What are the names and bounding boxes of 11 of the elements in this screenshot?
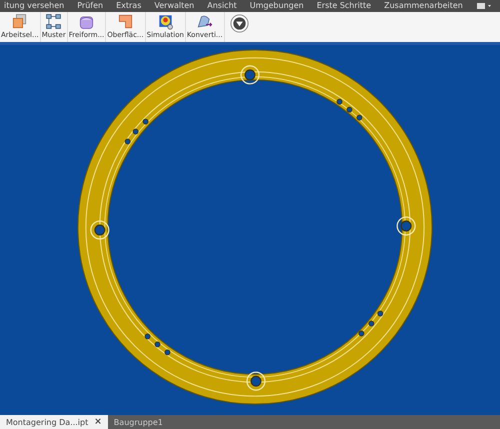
menu-item[interactable]: Umgebungen [250, 0, 304, 12]
menu-item[interactable]: Prüfen [77, 0, 104, 12]
menu-item[interactable]: itung versehen [4, 0, 64, 12]
document-tab[interactable]: Baugruppe1 [108, 415, 169, 429]
document-tab[interactable]: Montagering Da...ipt × [0, 415, 108, 429]
menu-item[interactable]: Extras [116, 0, 142, 12]
menu-item[interactable]: Zusammenarbeiten [384, 0, 463, 12]
menu-item[interactable]: Verwalten [154, 0, 194, 12]
menu-item[interactable]: Ansicht [207, 0, 237, 12]
close-icon[interactable]: × [94, 417, 102, 427]
menu-item[interactable]: Erste Schritte [316, 0, 372, 12]
